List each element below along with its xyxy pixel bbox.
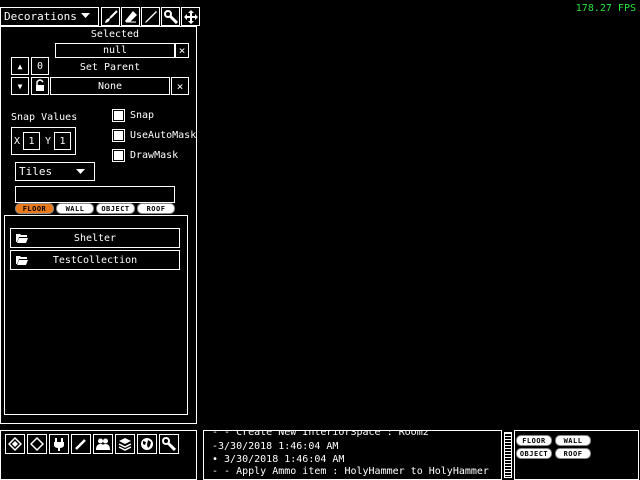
fps-counter: 178.27 FPS (575, 3, 636, 14)
bottom-tool-people[interactable] (93, 434, 113, 454)
set-parent-label: Set Parent (79, 62, 141, 73)
snap-values-label: Snap Values (11, 112, 78, 123)
bottom-tool-wand[interactable] (71, 434, 91, 454)
snap-x-input[interactable]: 1 (23, 132, 40, 150)
collection-name: Shelter (73, 233, 117, 244)
selected-label: Selected (90, 29, 140, 40)
layer-outline-icon (30, 437, 44, 451)
bottom-tool-plug[interactable] (49, 434, 69, 454)
parent-value: None (97, 80, 123, 92)
people-icon (96, 437, 110, 451)
eraser-icon (124, 10, 138, 24)
wrench-tool-button[interactable] (161, 7, 180, 26)
plug-icon (52, 437, 66, 451)
pen-icon (144, 10, 158, 24)
category-select[interactable]: Tiles (15, 162, 95, 181)
console-line: - - Apply Ammo item : HolyHammer to Holy… (212, 466, 489, 477)
console-scrollbar[interactable] (504, 432, 512, 478)
layers-icon (8, 437, 22, 451)
selected-clear-button[interactable]: × (175, 43, 189, 58)
console-line: • 3/30/2018 1:46:04 AM (212, 454, 345, 465)
tab-wall[interactable]: WALL (56, 203, 94, 214)
lock-icon (35, 78, 45, 94)
mini-tab-wall[interactable]: WALL (555, 435, 591, 446)
stack-icon (118, 437, 132, 451)
eraser-tool-button[interactable] (121, 7, 140, 26)
collection-name: TestCollection (52, 255, 138, 266)
console-line: -3/30/2018 1:46:04 AM (212, 441, 339, 452)
tab-floor[interactable]: FLOOR (15, 203, 54, 214)
draw-mask-label: DrawMask (130, 150, 179, 161)
parent-clear-button[interactable]: × (171, 77, 189, 95)
console-line: - - Create New InteriorSpace : Room2 (212, 430, 429, 438)
bottom-tool-stack[interactable] (115, 434, 135, 454)
pen-tool-button[interactable] (141, 7, 160, 26)
snap-y-label: Y (45, 136, 52, 147)
selected-field[interactable]: null (55, 43, 175, 58)
collection-item-testcollection[interactable]: TestCollection (10, 250, 180, 270)
mode-select-value: Decorations (4, 10, 77, 23)
mode-select[interactable]: Decorations (0, 7, 99, 26)
chevron-down-icon (76, 167, 85, 179)
parent-up-button[interactable]: ▲ (11, 57, 29, 75)
search-input[interactable] (15, 186, 175, 203)
mini-tab-roof[interactable]: ROOF (555, 448, 591, 459)
wrench-icon (162, 437, 176, 451)
parent-field[interactable]: None (50, 77, 170, 95)
bottom-tool-wrench[interactable] (159, 434, 179, 454)
globe-icon (140, 437, 154, 451)
bottom-tool-layer-outline[interactable] (27, 434, 47, 454)
parent-down-button[interactable]: ▼ (11, 77, 29, 95)
mini-tab-floor[interactable]: FLOOR (516, 435, 552, 446)
bottom-tool-layers[interactable] (5, 434, 25, 454)
parent-index: 0 (31, 57, 49, 75)
collection-item-shelter[interactable]: Shelter (10, 228, 180, 248)
move-tool-button[interactable] (181, 7, 200, 26)
tab-roof[interactable]: ROOF (137, 203, 175, 214)
brush-tool-button[interactable] (101, 7, 120, 26)
chevron-down-icon (81, 11, 90, 23)
snap-x-label: X (14, 136, 21, 147)
wand-icon (74, 437, 88, 451)
snap-checkbox[interactable] (112, 109, 125, 122)
brush-icon (104, 9, 118, 24)
use-auto-mask-checkbox[interactable] (112, 129, 125, 142)
bottom-tool-globe[interactable] (137, 434, 157, 454)
draw-mask-checkbox[interactable] (112, 149, 125, 162)
console-log[interactable]: - - Create New InteriorSpace : Room2 -3/… (203, 430, 502, 480)
selected-value: null (102, 45, 128, 56)
snap-y-input[interactable]: 1 (54, 132, 71, 150)
parent-lock-button[interactable] (31, 77, 49, 95)
tab-object[interactable]: OBJECT (96, 203, 135, 214)
mini-tab-object[interactable]: OBJECT (516, 448, 552, 459)
category-select-value: Tiles (19, 165, 53, 178)
wrench-icon (163, 9, 178, 24)
snap-checkbox-label: Snap (130, 110, 155, 121)
use-auto-mask-label: UseAutoMask (130, 130, 197, 141)
move-icon (183, 9, 198, 24)
